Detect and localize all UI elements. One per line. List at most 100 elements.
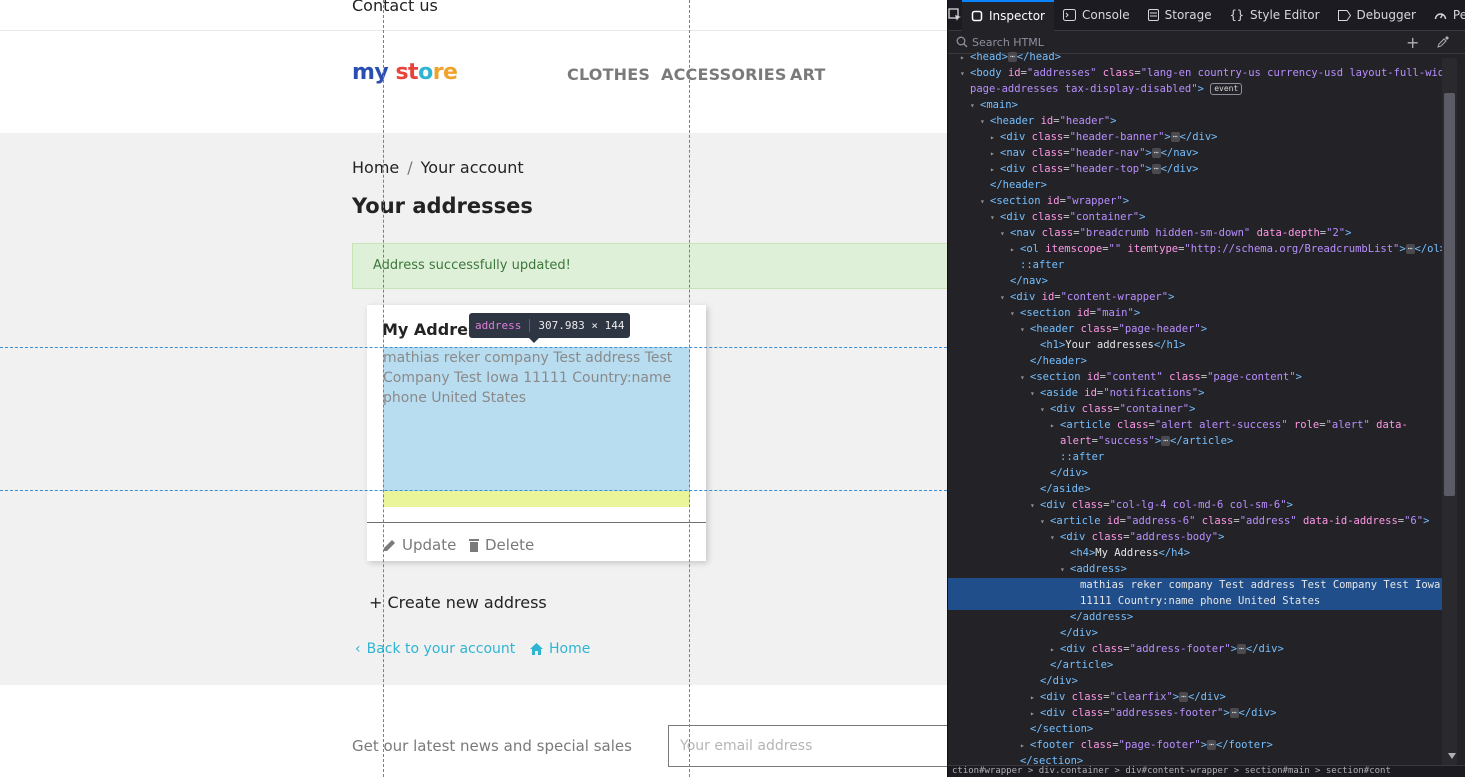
collapsed-twisty-icon[interactable]: ▸ bbox=[960, 51, 970, 65]
create-address-link[interactable]: + Create new address bbox=[369, 593, 547, 612]
markup-node[interactable]: </nav> bbox=[948, 274, 1444, 288]
expanded-twisty-icon[interactable]: ▾ bbox=[1050, 531, 1060, 545]
expanded-twisty-icon[interactable]: ▾ bbox=[1020, 371, 1030, 385]
markup-node[interactable]: ▾ <div class="col-lg-4 col-md-6 col-sm-6"… bbox=[948, 498, 1444, 513]
markup-node[interactable]: ▾ <header class="page-header"> bbox=[948, 322, 1444, 337]
expanded-twisty-icon[interactable]: ▾ bbox=[980, 115, 990, 129]
expanded-twisty-icon[interactable]: ▾ bbox=[1040, 515, 1050, 529]
expanded-twisty-icon[interactable]: ▾ bbox=[990, 211, 1000, 225]
markup-node-content: <h4>My Address</h4> bbox=[1070, 547, 1191, 559]
markup-node[interactable]: ▾ <address> bbox=[948, 562, 1444, 577]
expanded-twisty-icon[interactable]: ▾ bbox=[1000, 227, 1010, 241]
expanded-twisty-icon[interactable]: ▾ bbox=[1000, 291, 1010, 305]
markup-node[interactable]: ▸ <div class="header-banner"> ⋯ </div> bbox=[948, 130, 1444, 145]
create-label: Create new address bbox=[387, 593, 547, 612]
menu-clothes[interactable]: CLOTHES bbox=[567, 65, 650, 84]
markup-node[interactable]: ▾ <body id="addresses" class="lang-en cou… bbox=[948, 66, 1457, 81]
markup-node[interactable]: <h4>My Address</h4> bbox=[948, 546, 1444, 560]
home-link[interactable]: Home bbox=[530, 641, 590, 657]
markup-node-content: 11111 Country:name phone United States bbox=[1080, 595, 1321, 607]
update-button[interactable]: Update bbox=[383, 536, 456, 554]
markup-node[interactable]: ▸ <head> ⋯ </head> bbox=[948, 50, 1444, 65]
markup-node[interactable]: <h1>Your addresses</h1> bbox=[948, 338, 1444, 352]
markup-node[interactable]: </header> bbox=[948, 354, 1444, 368]
back-to-account-link[interactable]: ‹ Back to your account bbox=[355, 641, 515, 657]
markup-node[interactable]: ▸ <div class="header-top"> ⋯ </div> bbox=[948, 162, 1444, 177]
tab-style-editor[interactable]: {} Style Editor bbox=[1221, 0, 1329, 31]
markup-node[interactable]: </section> bbox=[948, 722, 1444, 736]
markup-node[interactable]: ▸ <footer class="page-footer"> ⋯ </footer> bbox=[948, 738, 1444, 753]
breadcrumb-home[interactable]: Home bbox=[352, 158, 399, 177]
markup-node[interactable]: </header> bbox=[948, 178, 1444, 192]
markup-node[interactable]: </div> bbox=[948, 626, 1444, 640]
markup-node[interactable]: 11111 Country:name phone United States bbox=[948, 594, 1444, 610]
newsletter-email-input[interactable] bbox=[668, 725, 947, 767]
element-picker-icon[interactable] bbox=[948, 0, 962, 31]
breadcrumb-current[interactable]: Your account bbox=[421, 158, 524, 177]
markup-node[interactable]: ::after bbox=[948, 450, 1444, 464]
expanded-twisty-icon[interactable]: ▾ bbox=[960, 67, 970, 81]
markup-node[interactable]: ▸ <div class="addresses-footer"> ⋯ </div> bbox=[948, 706, 1444, 721]
collapsed-twisty-icon[interactable]: ▸ bbox=[1010, 243, 1020, 257]
collapsed-twisty-icon[interactable]: ▸ bbox=[990, 131, 1000, 145]
collapsed-twisty-icon[interactable]: ▸ bbox=[1050, 643, 1060, 657]
scrollbar-thumb[interactable] bbox=[1444, 93, 1455, 496]
store-logo[interactable]: my store bbox=[352, 60, 458, 85]
markup-node[interactable]: </aside> bbox=[948, 482, 1444, 496]
expanded-twisty-icon[interactable]: ▾ bbox=[1060, 563, 1070, 577]
expanded-twisty-icon[interactable]: ▾ bbox=[1020, 323, 1030, 337]
markup-node[interactable]: ::after bbox=[948, 258, 1444, 272]
tab-performance[interactable]: Perf bbox=[1425, 0, 1465, 31]
markup-node[interactable]: ▾ <div class="container"> bbox=[948, 210, 1444, 225]
markup-node[interactable]: ▸ <div class="address-footer"> ⋯ </div> bbox=[948, 642, 1444, 657]
markup-node[interactable]: ▾ <div id="content-wrapper"> bbox=[948, 290, 1444, 305]
tab-debugger[interactable]: Debugger bbox=[1329, 0, 1425, 31]
markup-node[interactable]: page-addresses tax-display-disabled"> ev… bbox=[948, 82, 1444, 96]
markup-node[interactable]: ▾ <nav class="breadcrumb hidden-sm-down" … bbox=[948, 226, 1444, 241]
markup-node[interactable]: mathias reker company Test address Test … bbox=[948, 578, 1444, 594]
expanded-twisty-icon[interactable]: ▾ bbox=[1030, 499, 1040, 513]
markup-node[interactable]: ▸ <nav class="header-nav"> ⋯ </nav> bbox=[948, 146, 1444, 161]
tab-storage[interactable]: Storage bbox=[1139, 0, 1221, 31]
markup-node[interactable]: ▾ <section id="wrapper"> bbox=[948, 194, 1444, 209]
expanded-twisty-icon[interactable]: ▾ bbox=[1040, 403, 1050, 417]
markup-node[interactable]: ▾ <section id="content" class="page-conte… bbox=[948, 370, 1444, 385]
markup-node[interactable]: ▾ <aside id="notifications"> bbox=[948, 386, 1444, 401]
markup-scrollbar[interactable] bbox=[1442, 58, 1457, 765]
scroll-down-icon[interactable] bbox=[1448, 753, 1456, 759]
collapsed-twisty-icon[interactable]: ▸ bbox=[1030, 691, 1040, 705]
markup-node[interactable]: ▾ <section id="main"> bbox=[948, 306, 1444, 321]
eyedropper-icon[interactable] bbox=[1437, 36, 1449, 48]
tab-inspector[interactable]: Inspector bbox=[962, 0, 1054, 31]
markup-node[interactable]: ▾ <div class="address-body"> bbox=[948, 530, 1444, 545]
expanded-twisty-icon[interactable]: ▾ bbox=[1030, 387, 1040, 401]
devtools-breadcrumbs[interactable]: ction#wrapper > div.container > div#cont… bbox=[948, 765, 1465, 777]
collapsed-twisty-icon[interactable]: ▸ bbox=[990, 163, 1000, 177]
tab-label: Storage bbox=[1164, 8, 1212, 22]
markup-node[interactable]: ▾ <div class="container"> bbox=[948, 402, 1444, 417]
markup-node[interactable]: ▸ <div class="clearfix"> ⋯ </div> bbox=[948, 690, 1444, 705]
menu-accessories[interactable]: ACCESSORIES bbox=[661, 65, 787, 84]
expanded-twisty-icon[interactable]: ▾ bbox=[1010, 307, 1020, 321]
expanded-twisty-icon[interactable]: ▾ bbox=[970, 99, 980, 113]
markup-node[interactable]: </div> bbox=[948, 674, 1444, 688]
markup-node[interactable]: </address> bbox=[948, 610, 1444, 624]
menu-art[interactable]: ART bbox=[790, 65, 826, 84]
markup-node[interactable]: ▾ <main> bbox=[948, 98, 1444, 113]
tab-console[interactable]: Console bbox=[1054, 0, 1139, 31]
collapsed-twisty-icon[interactable]: ▸ bbox=[990, 147, 1000, 161]
markup-node[interactable]: ▾ <article id="address-6" class="address"… bbox=[948, 514, 1444, 529]
collapsed-twisty-icon[interactable]: ▸ bbox=[1030, 707, 1040, 721]
expanded-twisty-icon[interactable]: ▾ bbox=[980, 195, 990, 209]
markup-node[interactable]: ▸ <article class="alert alert-success" ro… bbox=[948, 418, 1444, 433]
markup-node[interactable]: ▾ <header id="header"> bbox=[948, 114, 1444, 129]
markup-node[interactable]: </article> bbox=[948, 658, 1444, 672]
markup-node[interactable]: ▸ <ol itemscope="" itemtype="http://schem… bbox=[948, 242, 1446, 257]
delete-button[interactable]: Delete bbox=[468, 536, 534, 554]
contact-us-link[interactable]: Contact us bbox=[352, 0, 438, 15]
markup-node[interactable]: alert="success"> ⋯ </article> bbox=[948, 434, 1444, 448]
search-html-input[interactable] bbox=[968, 35, 1388, 49]
markup-node[interactable]: </div> bbox=[948, 466, 1444, 480]
collapsed-twisty-icon[interactable]: ▸ bbox=[1020, 739, 1030, 753]
collapsed-twisty-icon[interactable]: ▸ bbox=[1050, 419, 1060, 433]
